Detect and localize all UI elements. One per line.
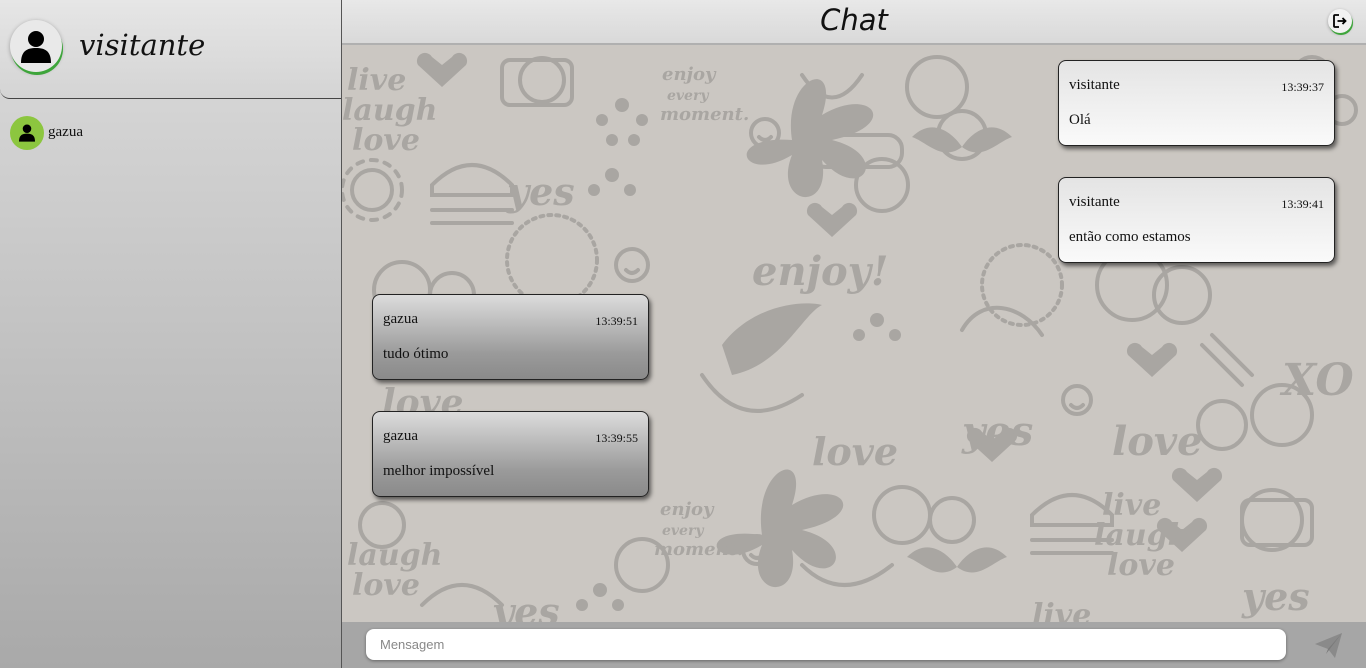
svg-text:moment.: moment. — [654, 539, 743, 560]
sidebar: visitante gazua — [0, 0, 342, 668]
message-bubble-outgoing: visitante 13:39:41 então como estamos — [1058, 177, 1335, 263]
message-bubble-incoming: gazua 13:39:55 melhor impossível — [372, 411, 649, 497]
svg-text:love: love — [1112, 418, 1203, 465]
svg-text:enjoy!: enjoy! — [752, 248, 888, 295]
contact-avatar — [10, 116, 44, 150]
svg-text:XO: XO — [1279, 355, 1354, 406]
svg-text:every: every — [667, 88, 709, 104]
message-sender: visitante — [1069, 194, 1120, 210]
svg-text:moment.: moment. — [660, 104, 749, 125]
contact-name: gazua — [48, 124, 83, 140]
chat-panel: Chat live laugh love enjoy every moment.… — [342, 0, 1366, 668]
current-user-profile: visitante — [0, 0, 341, 99]
message-sender: visitante — [1069, 77, 1120, 93]
svg-text:yes: yes — [506, 169, 575, 214]
send-icon — [1315, 633, 1342, 658]
chat-header: Chat — [342, 0, 1366, 45]
user-icon — [21, 31, 51, 63]
message-input[interactable] — [366, 629, 1286, 660]
message-list[interactable]: live laugh love enjoy every moment. yes enjo… — [342, 45, 1366, 622]
page-title: Chat — [820, 3, 888, 37]
svg-text:yes: yes — [961, 408, 1033, 455]
message-time: 13:39:37 — [1281, 80, 1324, 94]
svg-text:love: love — [352, 568, 420, 603]
message-composer — [342, 622, 1366, 668]
logout-icon — [1333, 14, 1347, 28]
current-user-avatar[interactable] — [10, 20, 62, 72]
message-bubble-incoming: gazua 13:39:51 tudo ótimo — [372, 294, 649, 380]
contact-item[interactable]: gazua — [10, 116, 330, 150]
message-text: Olá — [1069, 112, 1091, 128]
svg-text:live: live — [1032, 598, 1091, 622]
send-button[interactable] — [1314, 632, 1344, 660]
message-sender: gazua — [383, 311, 418, 327]
message-sender: gazua — [383, 428, 418, 444]
svg-text:love: love — [812, 429, 898, 474]
message-text: então como estamos — [1069, 229, 1191, 245]
svg-text:yes: yes — [1241, 574, 1310, 619]
user-icon — [19, 124, 35, 142]
current-user-name: visitante — [79, 28, 206, 62]
message-time: 13:39:41 — [1281, 197, 1324, 211]
svg-text:yes: yes — [491, 589, 560, 622]
message-time: 13:39:51 — [595, 314, 638, 328]
svg-text:love: love — [352, 123, 420, 158]
message-time: 13:39:55 — [595, 431, 638, 445]
message-text: melhor impossível — [383, 463, 495, 479]
svg-text:love: love — [1107, 548, 1175, 583]
message-bubble-outgoing: visitante 13:39:37 Olá — [1058, 60, 1335, 146]
svg-text:every: every — [662, 523, 704, 539]
message-text: tudo ótimo — [383, 346, 449, 362]
logout-button[interactable] — [1328, 9, 1352, 33]
svg-text:enjoy: enjoy — [660, 499, 715, 520]
svg-text:enjoy: enjoy — [662, 64, 717, 85]
